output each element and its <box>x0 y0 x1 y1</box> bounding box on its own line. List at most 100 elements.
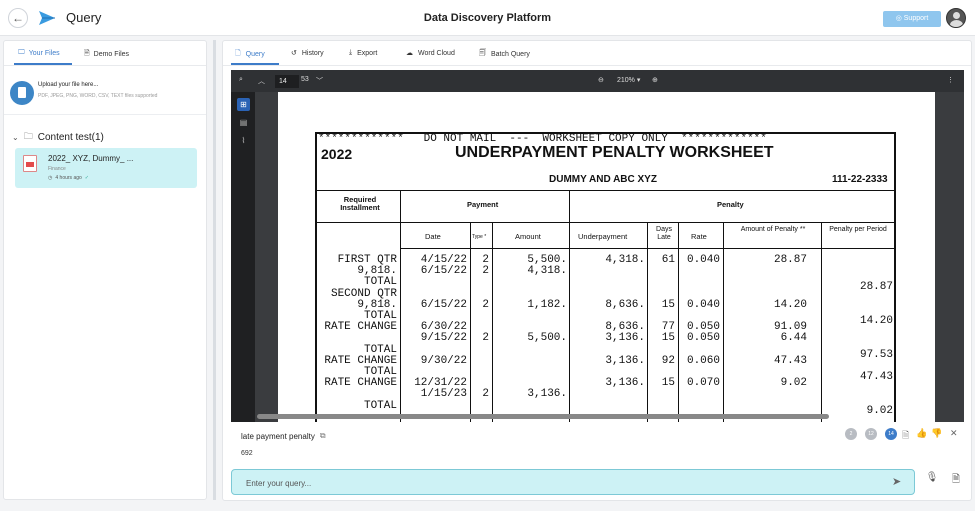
cell-pen: 14.20 <box>773 298 807 311</box>
tab-word-cloud[interactable]: ☁ Word Cloud <box>406 49 455 58</box>
cell-under: 8,636. <box>605 298 645 311</box>
thumbs-down-icon[interactable]: 👎 <box>931 428 942 439</box>
cell-under: 3,136. <box>605 377 645 390</box>
pdf-export-icon[interactable]: 🗎 <box>947 472 965 490</box>
cell-type: 2 <box>482 254 489 266</box>
zoom-level[interactable]: 210% ▾ <box>617 76 640 84</box>
tab-word-cloud-label: Word Cloud <box>418 49 455 57</box>
col-divider <box>678 223 679 422</box>
pdf-page: ************* DO NOT MAIL --- WORKSHEET … <box>278 92 935 422</box>
copy-icon[interactable]: ⧉ <box>320 431 326 441</box>
row-divider <box>317 222 894 223</box>
tab-batch-query[interactable]: 🗐 Batch Query <box>479 49 530 60</box>
file-item[interactable]: 2022_ XYZ, Dummy_ ... Finance ◷ 4 hours … <box>15 148 197 188</box>
cell-under: 3,136. <box>605 354 645 367</box>
cell-amount: 3,136. <box>527 388 567 401</box>
outline-icon[interactable]: ▤ <box>237 116 250 129</box>
cell-date: 6/30/22 <box>420 321 467 334</box>
cell-under: 8,636. <box>605 321 645 334</box>
header-payment: Payment <box>467 200 499 209</box>
citation-page-2[interactable]: 2 <box>845 428 857 440</box>
file-time-label: 4 hours ago <box>55 175 82 181</box>
cell-type: 2 <box>482 332 489 345</box>
close-icon[interactable]: ✕ <box>950 428 958 439</box>
folder-icon: 🗀 <box>23 131 33 141</box>
folder-label: Content test(1) <box>37 131 104 143</box>
thumbs-up-icon[interactable]: 👍 <box>916 428 927 439</box>
col-divider <box>492 223 493 422</box>
thumbnails-icon[interactable]: ⊞ <box>237 98 250 111</box>
document-icon: 🗐 <box>479 50 486 57</box>
tab-query-label: Query <box>245 51 265 58</box>
save-icon[interactable]: 🗎 <box>902 428 909 444</box>
cell-date: 6/15/22 <box>420 298 467 311</box>
tab-your-files[interactable]: 🖵 Your Files <box>18 49 60 57</box>
platform-title: Data Discovery Platform <box>423 12 552 24</box>
cell-type: 2 <box>482 298 489 311</box>
answer-question-label: late payment penalty <box>241 431 315 441</box>
zoom-in-icon[interactable]: ⊕ <box>652 76 658 84</box>
cell-amount: 4,318. <box>527 265 567 278</box>
citation-page-12[interactable]: 12 <box>865 428 877 440</box>
col-divider <box>647 223 648 422</box>
cell-date: 4/15/22 <box>420 254 467 266</box>
file-name: 2022_ XYZ, Dummy_ ... <box>48 154 134 163</box>
cell-per: 9.02 <box>866 404 893 417</box>
cell-rate: 0.060 <box>686 354 720 367</box>
query-box: ➤ <box>231 469 915 495</box>
cell-label: 9,818. <box>357 298 397 311</box>
cell-pen: 91.09 <box>773 321 807 334</box>
col-rate: Rate <box>691 232 707 241</box>
user-avatar[interactable] <box>946 8 966 28</box>
col-amount: Amount <box>515 232 541 241</box>
files-sidebar: 🖵 Your Files 🗎 Demo Files Upload your fi… <box>3 40 207 500</box>
folder-content-test[interactable]: ⌄ 🗀 Content test(1) <box>12 129 104 145</box>
cell-label: SECOND QTR <box>330 287 397 300</box>
cell-rate: 0.040 <box>686 254 720 266</box>
more-options-icon[interactable]: ⋮ <box>947 76 954 84</box>
col-amount-of-penalty: Amount of Penalty ** <box>740 226 806 233</box>
attachment-icon[interactable]: ⌇ <box>237 134 250 147</box>
cell-label: TOTAL <box>363 276 397 289</box>
upload-file-icon[interactable] <box>10 81 34 105</box>
tab-demo-files[interactable]: 🗎 Demo Files <box>84 49 129 60</box>
zoom-out-icon[interactable]: ⊖ <box>598 76 604 84</box>
support-button[interactable]: ◎ Support <box>883 11 941 27</box>
cell-rate: 0.050 <box>686 332 720 345</box>
cell-rate: 0.040 <box>686 298 720 311</box>
tab-your-files-label: Your Files <box>28 49 60 57</box>
upload-divider <box>4 114 206 115</box>
tab-export[interactable]: ⤓ Export <box>349 49 377 57</box>
cell-days: 92 <box>661 354 675 367</box>
send-icon[interactable]: ➤ <box>892 475 901 488</box>
panel-splitter[interactable] <box>213 40 216 500</box>
mic-off-icon[interactable]: 🎙 <box>923 472 941 490</box>
cell-label: TOTAL <box>363 399 397 412</box>
monitor-icon: 🖵 <box>18 49 25 56</box>
query-input[interactable] <box>246 476 866 490</box>
worksheet-table: 2022 UNDERPAYMENT PENALTY WORKSHEET DUMM… <box>315 132 896 422</box>
row-divider <box>317 190 894 191</box>
page-area[interactable]: ************* DO NOT MAIL --- WORKSHEET … <box>255 92 964 422</box>
search-icon[interactable]: ⌕ <box>239 76 243 84</box>
horizontal-scrollbar[interactable] <box>257 414 829 419</box>
tab-query[interactable]: 🗋 Query <box>235 49 265 60</box>
cell-per: 47.43 <box>859 371 893 383</box>
col-divider <box>470 223 471 422</box>
page-number-input[interactable]: 14 <box>275 75 299 88</box>
tab-divider <box>4 65 206 66</box>
cell-amount: 5,500. <box>527 332 567 345</box>
doc-taxpayer: DUMMY AND ABC XYZ <box>549 174 657 185</box>
pdf-viewer: ⌕ ︿ 14 53 ﹀ ⊖ 210% ▾ ⊕ ⋮ ⊞ ▤ ⌇ *********… <box>231 70 964 422</box>
col-date: Date <box>425 232 441 241</box>
cell-label: RATE CHANGE <box>324 377 397 390</box>
upload-title[interactable]: Upload your file here... <box>38 82 98 88</box>
chevron-down-icon[interactable]: ﹀ <box>316 76 323 86</box>
answer-question: late payment penalty ⧉ <box>241 431 326 441</box>
cell-under: 4,318. <box>605 254 645 266</box>
tab-history[interactable]: ↺ History <box>291 49 324 58</box>
tab-divider <box>223 65 971 66</box>
citation-page-14[interactable]: 14 <box>885 428 897 440</box>
download-icon: ⤓ <box>349 49 353 56</box>
chevron-up-icon[interactable]: ︿ <box>258 76 265 86</box>
